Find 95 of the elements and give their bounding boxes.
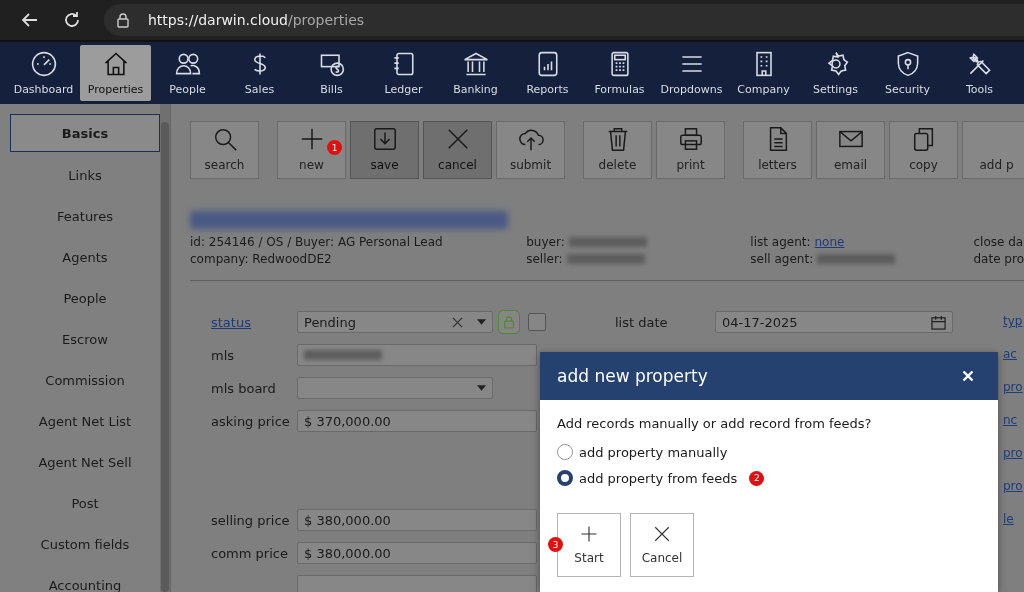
scrollbar[interactable] — [160, 104, 170, 592]
nav-item[interactable]: Reports — [512, 42, 583, 104]
radio-label[interactable]: add property manually — [579, 444, 728, 460]
sidebar-item[interactable]: Agent Net Sell — [10, 444, 160, 480]
select-field[interactable]: Pending — [297, 311, 493, 333]
toolbar-button[interactable]: letters — [743, 121, 812, 179]
caret-icon — [477, 319, 486, 325]
address-bar[interactable]: https://darwin.cloud/properties — [104, 4, 1024, 36]
gauge-icon — [29, 50, 58, 78]
nav-item[interactable]: Security — [872, 42, 943, 104]
nav-item[interactable]: Sales — [224, 42, 295, 104]
dialog-title: add new property — [557, 366, 708, 386]
toolbar-button[interactable]: print — [656, 121, 725, 179]
x-icon — [653, 525, 671, 543]
sidebar-item[interactable]: Features — [10, 198, 160, 234]
radio-label[interactable]: add property from feeds — [579, 470, 738, 486]
input-field[interactable] — [297, 575, 537, 592]
sidebar-item[interactable]: Agents — [10, 239, 160, 275]
field-label: list date — [615, 314, 669, 330]
input-field[interactable]: $ 370,000.00 — [297, 410, 537, 432]
input-field[interactable]: $ 380,000.00 — [297, 542, 537, 564]
caret-icon — [477, 385, 486, 391]
field-label: mls — [211, 347, 236, 363]
nav-item[interactable]: Settings — [800, 42, 871, 104]
nav-item[interactable]: Banking — [440, 42, 511, 104]
field-label: asking price — [211, 413, 291, 429]
dialog-button[interactable]: Start — [557, 513, 621, 577]
sidebar-item[interactable]: Custom fields — [10, 526, 160, 562]
input-field[interactable] — [297, 344, 537, 366]
toolbar-button[interactable]: submit — [496, 121, 565, 179]
record-label: seller: — [526, 252, 563, 266]
field-link[interactable]: ac — [1003, 343, 1023, 365]
nav-item[interactable]: Properties — [80, 45, 151, 101]
toolbar-button[interactable]: cancel — [423, 121, 492, 179]
sidebar-item[interactable]: People — [10, 280, 160, 316]
dialog-button[interactable]: Cancel — [630, 513, 694, 577]
nav-item[interactable]: Bills — [296, 42, 367, 104]
record-label: buyer: — [526, 235, 565, 249]
toolbar-button[interactable]: search — [190, 121, 259, 179]
record-label: date pro — [973, 252, 1024, 266]
nav-item[interactable]: Ledger — [368, 42, 439, 104]
lock-icon — [116, 12, 130, 28]
nav-item[interactable]: Company — [728, 42, 799, 104]
field-link[interactable]: typ — [1003, 310, 1023, 332]
bank-icon — [461, 50, 490, 78]
toolbar-button[interactable]: save — [350, 121, 419, 179]
radio-button[interactable] — [557, 470, 573, 486]
scrollbar-thumb[interactable] — [161, 122, 169, 592]
sidebar-item[interactable]: Commission — [10, 362, 160, 398]
select-field[interactable] — [297, 377, 493, 399]
sidebar-item[interactable]: Escrow — [10, 321, 160, 357]
printer-icon — [677, 126, 704, 152]
field-label: mls board — [211, 380, 277, 396]
toolbar-button[interactable]: copy — [889, 121, 958, 179]
toolbar-button[interactable]: delete — [583, 121, 652, 179]
field-link[interactable]: pro — [1003, 376, 1023, 398]
field-link[interactable]: pro — [1003, 442, 1023, 464]
save-icon — [371, 126, 398, 152]
calendar-icon[interactable] — [931, 314, 946, 330]
nav-item[interactable]: Tools — [944, 42, 1015, 104]
field-link[interactable]: nc — [1003, 409, 1023, 431]
plus-icon — [580, 525, 598, 543]
record-label: sell agent: — [750, 252, 814, 266]
nav-item[interactable]: People — [152, 42, 223, 104]
field-label: selling price — [211, 512, 291, 528]
sidebar-item[interactable]: Basics — [10, 114, 160, 152]
nav-item[interactable]: Formulas — [584, 42, 655, 104]
input-field[interactable]: $ 380,000.00 — [297, 509, 537, 531]
checkbox[interactable] — [528, 313, 546, 331]
sidebar-item[interactable]: Post — [10, 485, 160, 521]
step-badge: 1 — [327, 140, 342, 155]
field-link[interactable]: pro — [1003, 475, 1023, 497]
step-badge: 2 — [749, 470, 765, 486]
reload-icon[interactable] — [62, 10, 82, 30]
record-label: id: 254146 / OS / Buyer: AG Personal Lead — [190, 235, 443, 249]
toolbar-button[interactable]: email — [816, 121, 885, 179]
padlock-icon — [503, 315, 515, 329]
date-field[interactable]: 04-17-2025 — [715, 311, 953, 333]
status-link[interactable]: status — [211, 314, 297, 330]
sidebar-item[interactable]: Agent Net List — [10, 403, 160, 439]
dialog-question: Add records manually or add record from feeds? — [557, 416, 873, 431]
record-label: close da — [973, 235, 1024, 249]
toolbar-button[interactable]: new 1 — [277, 121, 346, 179]
close-icon[interactable] — [962, 370, 974, 382]
field-link[interactable]: le — [1003, 508, 1023, 530]
nav-item[interactable]: Dropdowns — [656, 42, 727, 104]
sidebar-item[interactable]: Accounting — [10, 567, 160, 592]
record-label: company: RedwoodDE2 — [190, 252, 332, 266]
field-label: comm price — [211, 545, 289, 561]
toolbar-button[interactable]: add p — [962, 121, 1024, 179]
clear-icon[interactable] — [452, 316, 463, 328]
agent-link[interactable]: none — [814, 235, 845, 249]
sidebar-item[interactable]: Links — [10, 157, 160, 193]
record-label: list agent: — [750, 235, 811, 249]
nav-item[interactable]: Dashboard — [8, 42, 79, 104]
